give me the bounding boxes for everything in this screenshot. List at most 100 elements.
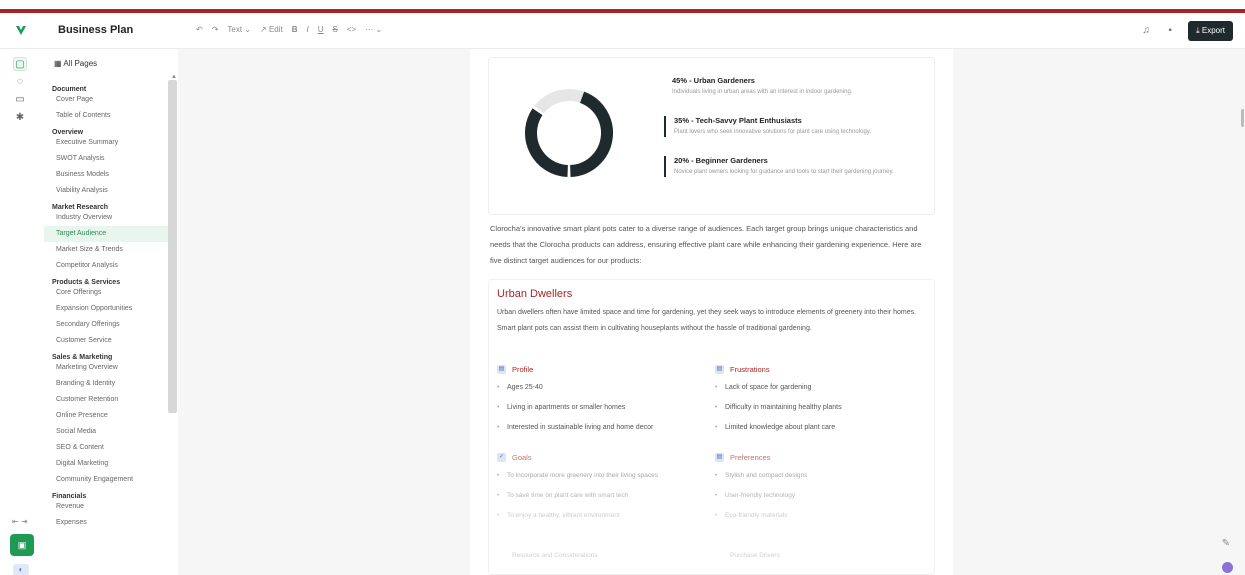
frustrations-list-item[interactable]: Limited knowledge about plant care xyxy=(715,418,925,438)
donut-slice-tech-savvy-plant-enthusiasts xyxy=(525,108,569,177)
segment-description: Plant lovers who seek innovative solutio… xyxy=(674,129,872,135)
sidebar-item[interactable]: SEO & Content xyxy=(44,440,168,456)
preferences-list-item[interactable]: Stylish and compact designs xyxy=(715,466,925,486)
sidebar-item[interactable]: Viability Analysis xyxy=(44,183,168,199)
goals-heading: ✓ Goals xyxy=(497,450,707,464)
segment-title: 35% - Tech-Savvy Plant Enthusiasts xyxy=(674,116,802,125)
sidebar-item[interactable]: Expenses xyxy=(44,515,168,531)
collapse-toggle-icon[interactable]: ⇤ ⇥ xyxy=(12,517,28,526)
sidebar-item[interactable]: Social Media xyxy=(44,424,168,440)
sidebar-item[interactable]: Customer Retention xyxy=(44,392,168,408)
profile-list-item[interactable]: Ages 25-40 xyxy=(497,378,707,398)
sidebar-group-title[interactable]: Products & Services xyxy=(44,274,168,286)
segment-legend-item: 20% - Beginner Gardeners Novice plant ow… xyxy=(664,156,929,177)
frustrations-list-item[interactable]: Difficulty in maintaining healthy plants xyxy=(715,398,925,418)
sidebar-group-title[interactable]: Document xyxy=(44,81,168,93)
sidebar-item[interactable]: Cover Page xyxy=(44,92,168,108)
redo-icon[interactable]: ↷ xyxy=(212,25,219,34)
header-actions: ♫ ▪ ⤓ Export xyxy=(1140,21,1233,41)
page-scrollbar[interactable] xyxy=(1241,109,1244,127)
bell-icon[interactable]: ♫ xyxy=(1140,25,1152,37)
goal-icon: ✓ xyxy=(497,452,506,462)
sidebar-item[interactable]: SWOT Analysis xyxy=(44,151,168,167)
ghost-heading-left: Resource and Considerations xyxy=(512,552,598,559)
grid-icon[interactable]: ▪ xyxy=(1164,25,1176,37)
profile-list-item[interactable]: Interested in sustainable living and hom… xyxy=(497,418,707,438)
assistant-avatar[interactable] xyxy=(1222,562,1233,573)
workspace-button[interactable]: ▣ xyxy=(10,534,34,556)
sidebar-group-title[interactable]: Sales & Marketing xyxy=(44,349,168,361)
sidebar-item[interactable]: Business Models xyxy=(44,167,168,183)
strikethrough-button[interactable]: S xyxy=(333,25,338,34)
goals-title: Goals xyxy=(512,452,532,462)
sidebar-item[interactable]: Branding & Identity xyxy=(44,376,168,392)
content-fade-overlay xyxy=(489,484,934,574)
undo-icon[interactable]: ↶ xyxy=(196,25,203,34)
sidebar-item[interactable]: Digital Marketing xyxy=(44,456,168,472)
profile-icon: ▤ xyxy=(497,364,506,374)
sidebar-item[interactable]: Market Size & Trends xyxy=(44,242,168,258)
segment-legend-item: 45% - Urban Gardeners Individuals living… xyxy=(664,76,929,97)
chat-icon[interactable]: ◌ xyxy=(13,75,27,89)
editor-canvas: 45% - Urban Gardeners Individuals living… xyxy=(178,49,1245,575)
profile-heading: ▤ Profile xyxy=(497,362,707,376)
app-header: Business Plan ↶ ↷ Text ⌄ ↗ Edit B I U S … xyxy=(0,13,1245,49)
sidebar-item[interactable]: Marketing Overview xyxy=(44,360,168,376)
edit-fab-icon[interactable]: ✎ xyxy=(1219,537,1233,551)
profile-list-item[interactable]: Living in apartments or smaller homes xyxy=(497,398,707,418)
frustrations-list-item[interactable]: Lack of space for gardening xyxy=(715,378,925,398)
section-description[interactable]: Urban dwellers often have limited space … xyxy=(497,305,929,337)
text-style-dropdown[interactable]: Text ⌄ xyxy=(227,25,251,34)
sidebar-scrollbar[interactable] xyxy=(168,80,177,413)
top-strip xyxy=(0,0,1245,13)
audience-chart-card: 45% - Urban Gardeners Individuals living… xyxy=(488,57,935,215)
sidebar-item[interactable]: Customer Service xyxy=(44,333,168,349)
sidebar-item[interactable]: Target Audience xyxy=(44,226,168,242)
list-icon[interactable]: ▭ xyxy=(13,93,27,107)
sidebar-item[interactable]: Secondary Offerings xyxy=(44,317,168,333)
sidebar-group-title[interactable]: Market Research xyxy=(44,199,168,211)
sidebar-item[interactable]: Expansion Opportunities xyxy=(44,301,168,317)
sidebar-item[interactable]: Online Presence xyxy=(44,408,168,424)
audience-donut-chart xyxy=(525,89,613,177)
donut-slice-beginner-gardeners xyxy=(534,89,585,114)
preference-icon: ▤ xyxy=(715,452,724,462)
edit-button[interactable]: ↗ Edit xyxy=(260,25,283,34)
all-pages-label: All Pages xyxy=(63,59,98,68)
sidebar-item[interactable]: Executive Summary xyxy=(44,135,168,151)
settings-icon[interactable]: ✱ xyxy=(13,111,27,125)
more-options-button[interactable]: ⋯ ⌄ xyxy=(365,25,382,34)
sidebar-group-title[interactable]: Overview xyxy=(44,124,168,136)
italic-button[interactable]: I xyxy=(307,25,309,34)
profile-list: Ages 25-40Living in apartments or smalle… xyxy=(497,378,707,438)
intro-paragraph[interactable]: Clorocha's innovative smart plant pots c… xyxy=(490,221,935,269)
sidebar-group-title[interactable]: Financials xyxy=(44,488,168,500)
profile-title: Profile xyxy=(512,364,534,374)
section-title[interactable]: Urban Dwellers xyxy=(497,288,572,300)
frustrations-heading: ▤ Frustrations xyxy=(715,362,925,376)
export-button[interactable]: ⤓ Export xyxy=(1188,21,1233,41)
sidebar-item[interactable]: Industry Overview xyxy=(44,210,168,226)
segment-description: Novice plant owners looking for guidance… xyxy=(674,169,894,175)
frustrations-column: ▤ Frustrations Lack of space for gardenin… xyxy=(715,362,925,438)
segment-description: Individuals living in urban areas with a… xyxy=(672,89,853,95)
frustrations-title: Frustrations xyxy=(730,364,770,374)
editor-toolbar: ↶ ↷ Text ⌄ ↗ Edit B I U S <> ⋯ ⌄ xyxy=(196,25,382,34)
document-title[interactable]: Business Plan xyxy=(58,24,133,36)
document-icon[interactable]: ▢ xyxy=(13,57,27,71)
preferences-heading: ▤ Preferences xyxy=(715,450,925,464)
sidebar-item[interactable]: Revenue xyxy=(44,499,168,515)
sidebar-item[interactable]: Competitor Analysis xyxy=(44,258,168,274)
segment-legend-item: 35% - Tech-Savvy Plant Enthusiasts Plant… xyxy=(664,116,929,137)
underline-button[interactable]: U xyxy=(318,25,324,34)
goals-list-item[interactable]: To incorporate more greenery into their … xyxy=(497,466,707,486)
export-label: Export xyxy=(1201,26,1225,35)
sidebar-item[interactable]: Community Engagement xyxy=(44,472,168,488)
sidebar-item[interactable]: Table of Contents xyxy=(44,108,168,124)
assistant-icon[interactable]: ◐ xyxy=(13,564,29,575)
segment-title: 45% - Urban Gardeners xyxy=(672,76,755,85)
all-pages-link[interactable]: ▦ All Pages xyxy=(54,59,97,68)
code-button[interactable]: <> xyxy=(347,25,356,34)
app-logo-icon[interactable] xyxy=(14,23,28,37)
bold-button[interactable]: B xyxy=(292,25,298,34)
